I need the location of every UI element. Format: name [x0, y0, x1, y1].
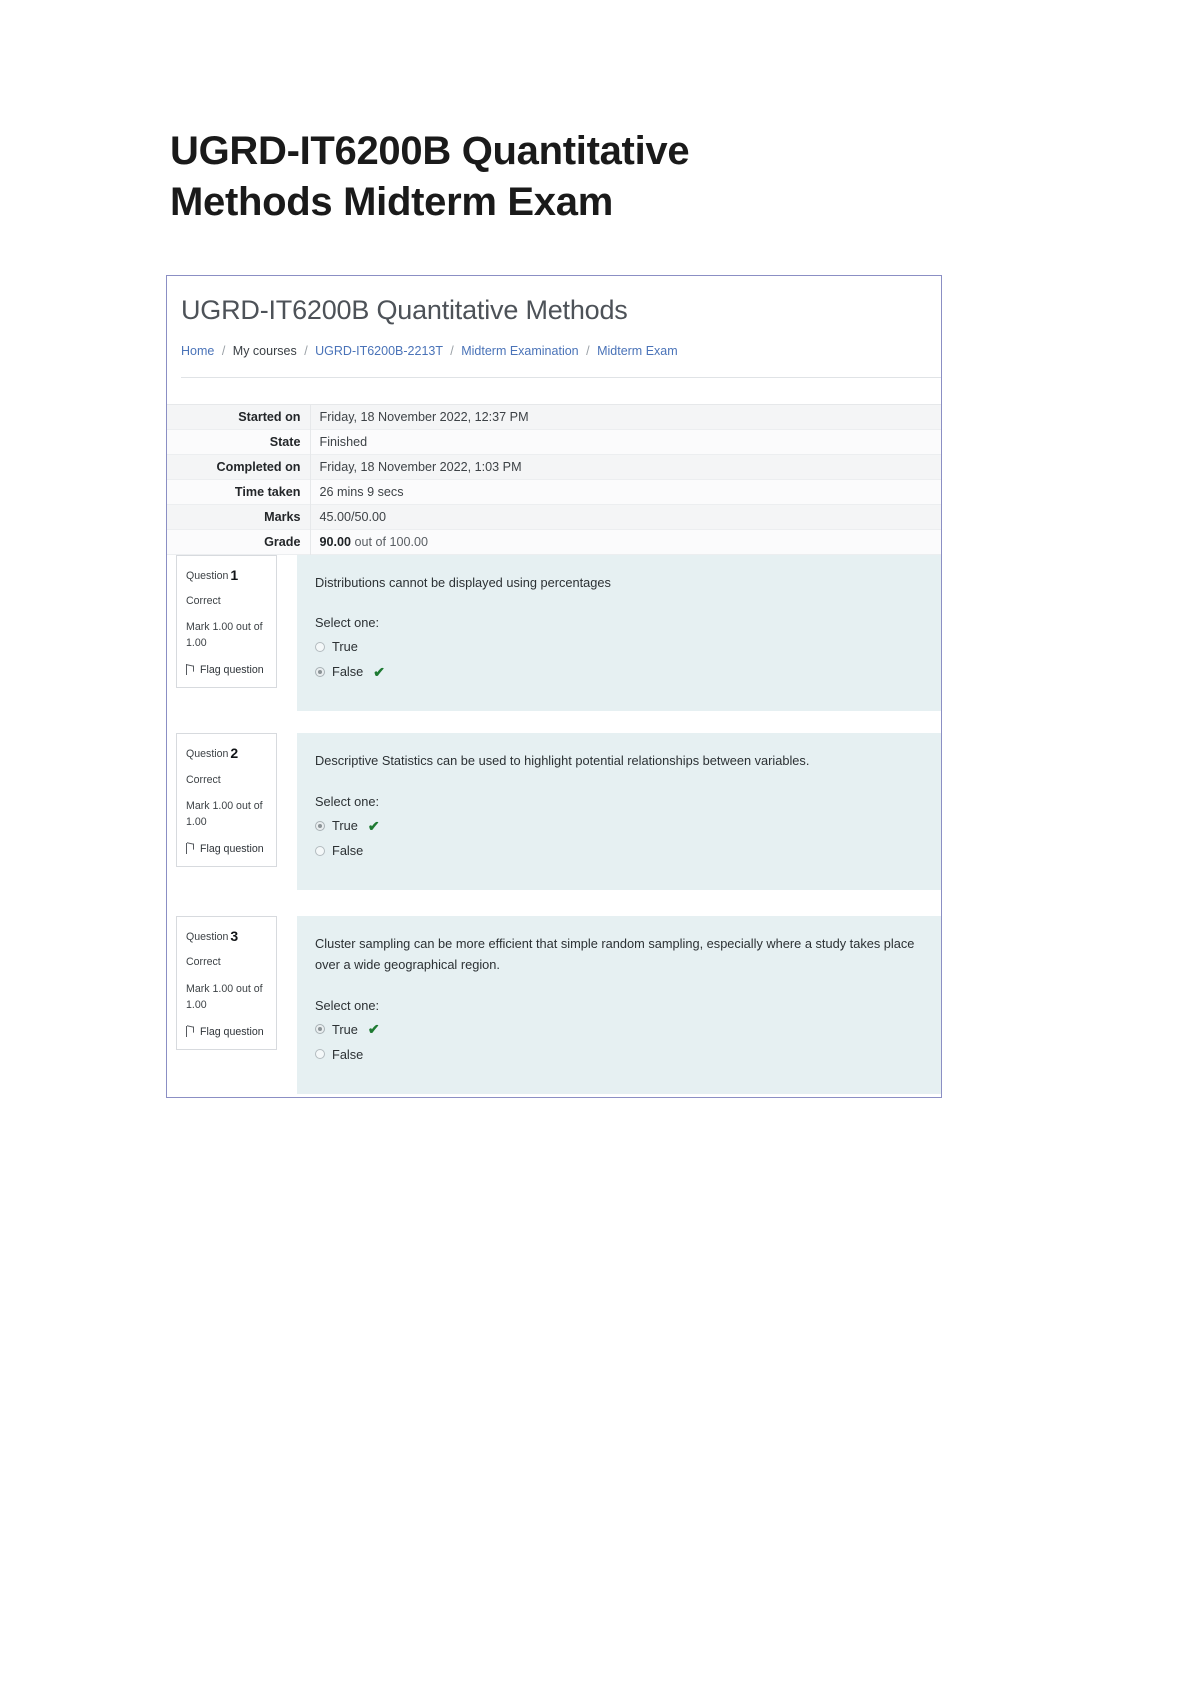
table-row: Completed on Friday, 18 November 2022, 1… [167, 454, 941, 480]
document-page: UGRD-IT6200B Quantitative Methods Midter… [0, 0, 1200, 1098]
question-number: 1 [230, 566, 239, 583]
question-state: Correct [186, 956, 221, 969]
table-row: Grade 90.00 out of 100.00 [167, 529, 941, 555]
select-one-label: Select one: [315, 615, 380, 631]
question-number-line: Question 2 [186, 743, 268, 763]
question-text: Descriptive Statistics can be used to hi… [315, 753, 810, 769]
breadcrumb-separator: / [304, 344, 308, 359]
table-row: Started on Friday, 18 November 2022, 12:… [167, 404, 941, 430]
summary-value-started-on: Friday, 18 November 2022, 12:37 PM [309, 404, 941, 430]
table-row: Marks 45.00/50.00 [167, 504, 941, 530]
question-number-line: Question 3 [186, 926, 268, 946]
summary-label-completed-on: Completed on [216, 459, 301, 474]
select-one-label: Select one: [315, 794, 380, 810]
content-spacer [167, 377, 941, 405]
flag-question-label: Flag question [200, 842, 264, 855]
question-block-3: Question 3 Correct Mark 1.00 out of 1.00 … [167, 916, 941, 1094]
quiz-review-screenshot: UGRD-IT6200B Quantitative Methods Home /… [166, 275, 942, 1098]
question-info-panel-1: Question 1 Correct Mark 1.00 out of 1.00 … [176, 554, 277, 689]
breadcrumb-separator: / [221, 344, 226, 359]
radio-icon[interactable] [315, 820, 325, 831]
breadcrumb-item-midterm-examination[interactable]: Midterm Examination [461, 344, 578, 358]
grade-out-of: out of 100.00 [351, 534, 429, 549]
summary-value-grade: 90.00 out of 100.00 [309, 529, 941, 555]
flag-question-button[interactable]: Flag question [186, 842, 268, 857]
flag-question-label: Flag question [200, 664, 264, 677]
question-spacer [167, 711, 941, 734]
answer-option-true[interactable]: True ✔ [315, 1022, 923, 1037]
question-number-label: Question [186, 748, 229, 761]
answer-option-true[interactable]: True ✔ [315, 818, 923, 833]
question-state: Correct [186, 594, 221, 607]
breadcrumb-item-midterm-exam[interactable]: Midterm Exam [597, 344, 678, 358]
question-body-2: Descriptive Statistics can be used to hi… [297, 733, 941, 891]
breadcrumb-item-my-courses[interactable]: My courses [233, 344, 297, 358]
radio-icon[interactable] [315, 845, 325, 856]
answer-option-false[interactable]: False [315, 843, 923, 858]
select-one-label: Select one: [315, 997, 380, 1013]
question-mark: Mark 1.00 out of 1.00 [186, 982, 263, 1011]
answer-option-label: True [332, 1021, 358, 1037]
question-body-3: Cluster sampling can be more efficient t… [297, 916, 941, 1094]
summary-value-state: Finished [309, 429, 941, 455]
question-number-label: Question [186, 931, 229, 944]
page-title: UGRD-IT6200B Quantitative Methods Midter… [170, 129, 690, 225]
question-block-1: Question 1 Correct Mark 1.00 out of 1.00 … [167, 554, 941, 712]
answer-option-label: False [332, 843, 364, 859]
question-info-panel-3: Question 3 Correct Mark 1.00 out of 1.00 … [176, 916, 277, 1050]
flag-question-button[interactable]: Flag question [186, 663, 268, 678]
answer-option-false[interactable]: False ✔ [315, 664, 923, 679]
question-text: Cluster sampling can be more efficient t… [315, 936, 915, 972]
question-number: 2 [230, 745, 239, 762]
flag-icon [186, 1025, 195, 1037]
summary-label-state: State [269, 434, 301, 449]
flag-question-label: Flag question [200, 1025, 264, 1038]
question-number-label: Question [186, 569, 229, 582]
question-info-panel-2: Question 2 Correct Mark 1.00 out of 1.00 … [176, 733, 277, 868]
answer-option-label: False [332, 1046, 364, 1062]
summary-value-time-taken: 26 mins 9 secs [309, 479, 941, 505]
breadcrumb-separator: / [450, 344, 454, 359]
radio-icon[interactable] [315, 666, 325, 677]
answer-option-label: True [332, 818, 358, 834]
question-number: 3 [230, 928, 239, 945]
flag-icon [186, 842, 195, 854]
question-number-line: Question 1 [186, 565, 268, 585]
answer-option-label: False [332, 664, 364, 680]
answer-option-label: True [332, 639, 358, 655]
flag-icon [186, 664, 195, 676]
question-state: Correct [186, 773, 221, 786]
summary-label-time-taken: Time taken [234, 484, 301, 499]
grade-value: 90.00 [319, 534, 352, 549]
radio-icon[interactable] [315, 641, 325, 652]
summary-value-completed-on: Friday, 18 November 2022, 1:03 PM [309, 454, 941, 480]
breadcrumb-separator: / [586, 344, 590, 359]
breadcrumb-item-home[interactable]: Home [181, 344, 214, 358]
breadcrumb: Home / My courses / UGRD-IT6200B-2213T /… [181, 343, 941, 378]
question-mark: Mark 1.00 out of 1.00 [186, 800, 263, 828]
course-title: UGRD-IT6200B Quantitative Methods [181, 295, 628, 326]
flag-question-button[interactable]: Flag question [186, 1025, 268, 1040]
question-spacer [167, 890, 941, 917]
question-text: Distributions cannot be displayed using … [315, 574, 611, 590]
summary-value-marks: 45.00/50.00 [309, 504, 941, 530]
summary-label-started-on: Started on [238, 409, 301, 424]
radio-icon[interactable] [315, 1049, 325, 1059]
answer-option-true[interactable]: True [315, 639, 923, 654]
correct-check-icon: ✔ [367, 817, 380, 834]
summary-label-grade: Grade [264, 534, 301, 549]
correct-check-icon: ✔ [373, 663, 386, 680]
correct-check-icon: ✔ [367, 1021, 380, 1037]
question-mark: Mark 1.00 out of 1.00 [186, 621, 263, 650]
frame-bottom-spacer [167, 1093, 941, 1097]
attempt-summary-table: Started on Friday, 18 November 2022, 12:… [167, 404, 941, 555]
question-body-1: Distributions cannot be displayed using … [297, 554, 941, 712]
table-row: State Finished [167, 429, 941, 455]
question-block-2: Question 2 Correct Mark 1.00 out of 1.00 … [167, 733, 941, 891]
summary-label-marks: Marks [264, 509, 301, 524]
breadcrumb-item-course-code[interactable]: UGRD-IT6200B-2213T [315, 344, 443, 358]
table-row: Time taken 26 mins 9 secs [167, 479, 941, 505]
answer-option-false[interactable]: False [315, 1047, 923, 1062]
radio-icon[interactable] [315, 1024, 325, 1034]
